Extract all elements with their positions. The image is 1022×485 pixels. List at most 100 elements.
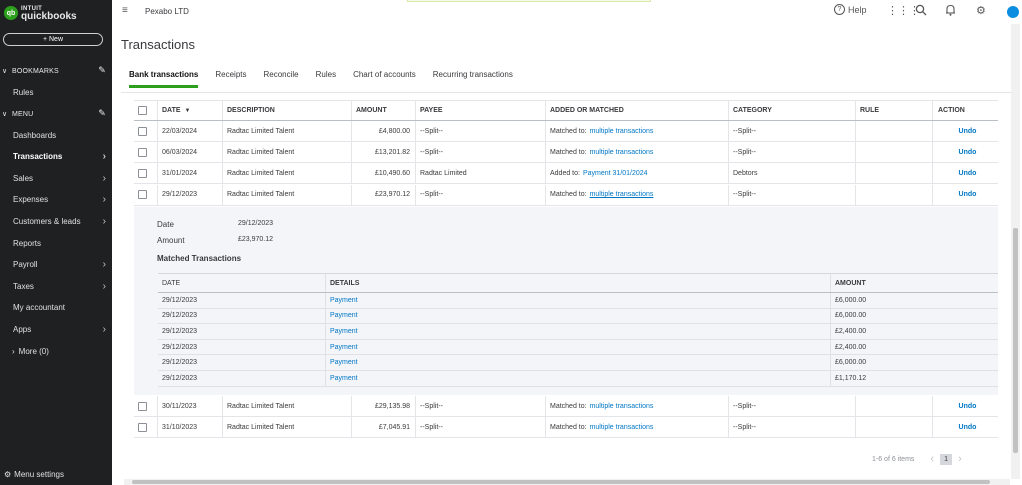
logo-quickbooks-text: quickbooks <box>21 11 77 22</box>
sidebar-item-payroll[interactable]: Payroll › <box>0 255 112 275</box>
table-row[interactable]: 06/03/2024 Radtac Limited Talent £13,201.8… <box>134 142 998 164</box>
row-description: Radtac Limited Talent <box>222 163 351 184</box>
undo-button[interactable]: Undo <box>959 170 977 177</box>
matched-link[interactable]: multiple transactions <box>590 128 654 135</box>
horizontal-scrollbar-thumb[interactable] <box>132 480 990 484</box>
bookmarks-label: BOOKMARKS <box>12 67 59 75</box>
matched-row-details-link[interactable]: Payment <box>330 375 358 382</box>
tab-bar: Bank transactions Receipts Reconcile Rules C… <box>129 70 513 88</box>
matched-row-details-link[interactable]: Payment <box>330 297 358 304</box>
matched-link[interactable]: multiple transactions <box>590 191 654 198</box>
search-icon[interactable] <box>915 4 927 19</box>
edit-menu-icon[interactable]: ✎ <box>98 108 106 119</box>
gear-icon[interactable]: ⚙ <box>976 4 986 17</box>
tab-rules[interactable]: Rules <box>316 70 336 88</box>
table-row[interactable]: 30/11/2023 Radtac Limited Talent £29,135.9… <box>134 396 998 417</box>
expanded-amount-label: Amount <box>157 236 185 245</box>
matched-link[interactable]: multiple transactions <box>590 403 654 410</box>
tab-reconcile[interactable]: Reconcile <box>263 70 298 88</box>
matched-prefix: Matched to: <box>550 402 587 410</box>
menu-settings-label: Menu settings <box>14 470 64 479</box>
chevron-right-icon: › <box>102 172 106 184</box>
avatar[interactable] <box>1007 6 1019 18</box>
sidebar-item-reports[interactable]: Reports <box>0 233 112 253</box>
undo-button[interactable]: Undo <box>959 403 977 410</box>
select-all-checkbox[interactable] <box>138 106 147 115</box>
date-column-header[interactable]: DATE ▼ <box>157 101 221 120</box>
sidebar-item-more[interactable]: › More (0) <box>0 341 112 361</box>
sidebar-item-dashboards[interactable]: Dashboards <box>0 125 112 145</box>
tab-recurring-transactions[interactable]: Recurring transactions <box>433 70 513 88</box>
menu-settings-button[interactable]: ⚙ Menu settings <box>4 470 64 479</box>
table-row[interactable]: 31/01/2024 Radtac Limited Talent £10,490.6… <box>134 163 998 185</box>
undo-button[interactable]: Undo <box>959 424 977 431</box>
collapse-menu-icon[interactable]: ≡ <box>122 5 128 16</box>
matched-row-details-link[interactable]: Payment <box>330 328 358 335</box>
undo-button[interactable]: Undo <box>959 128 977 135</box>
tab-bank-transactions[interactable]: Bank transactions <box>129 70 199 88</box>
undo-button[interactable]: Undo <box>959 191 977 198</box>
previous-page-icon[interactable]: ‹ <box>930 453 934 465</box>
sort-down-icon: ▼ <box>184 107 191 114</box>
sidebar-item-expenses[interactable]: Expenses › <box>0 190 112 210</box>
added-or-matched-column-header: ADDED OR MATCHED <box>545 101 728 120</box>
sidebar-item-sales[interactable]: Sales › <box>0 168 112 188</box>
new-button[interactable]: + New <box>3 33 103 46</box>
sidebar-item-my-accountant[interactable]: My accountant <box>0 298 112 318</box>
bell-icon[interactable] <box>945 4 956 19</box>
sidebar-item-transactions[interactable]: Transactions › <box>0 147 112 167</box>
row-payee: --Split-- <box>415 184 545 205</box>
row-amount: £4,800.00 <box>351 121 415 141</box>
table-header: DATE ▼ DESCRIPTION AMOUNT PAYEE ADDED OR… <box>134 100 998 121</box>
row-checkbox[interactable] <box>138 422 147 432</box>
edit-bookmarks-icon[interactable]: ✎ <box>98 65 106 76</box>
matched-row: 29/12/2023 Payment £2,400.00 <box>158 339 998 356</box>
matched-link[interactable]: multiple transactions <box>590 149 654 156</box>
row-checkbox[interactable] <box>138 147 147 157</box>
sidebar-item-customers-leads[interactable]: Customers & leads › <box>0 211 112 231</box>
matched-prefix: Added to: <box>550 169 580 177</box>
matched-link[interactable]: multiple transactions <box>590 424 654 431</box>
matched-prefix: Matched to: <box>550 127 587 135</box>
chevron-right-icon: › <box>102 280 106 292</box>
help-button[interactable]: ? Help <box>834 4 867 15</box>
menu-section[interactable]: ∨ MENU ✎ <box>0 107 112 121</box>
tabs-divider <box>121 92 1011 93</box>
matched-row-details-link[interactable]: Payment <box>330 312 358 319</box>
row-amount: £10,490.60 <box>351 163 415 184</box>
chevron-right-icon: › <box>102 151 106 163</box>
gear-icon: ⚙ <box>4 470 12 479</box>
matched-row-date: 29/12/2023 <box>162 359 198 367</box>
row-checkbox[interactable] <box>138 190 147 200</box>
row-description: Radtac Limited Talent <box>222 142 351 163</box>
row-checkbox[interactable] <box>138 126 147 136</box>
sidebar-item-label: Customers & leads <box>13 216 81 226</box>
table-row[interactable]: 22/03/2024 Radtac Limited Talent £4,800.00… <box>134 121 998 142</box>
vertical-scrollbar-thumb[interactable] <box>1013 228 1018 453</box>
chevron-right-icon: › <box>102 194 106 206</box>
sidebar-item-taxes[interactable]: Taxes › <box>0 276 112 296</box>
payee-column-header: PAYEE <box>415 101 545 120</box>
undo-button[interactable]: Undo <box>959 149 977 156</box>
matched-row-details-link[interactable]: Payment <box>330 359 358 366</box>
sidebar-item-label: Dashboards <box>13 130 57 140</box>
page-number-current[interactable]: 1 <box>940 453 953 465</box>
row-checkbox[interactable] <box>138 401 147 411</box>
sidebar-item-rules[interactable]: Rules <box>0 82 112 102</box>
table-row[interactable]: 31/10/2023 Radtac Limited Talent £7,045.91… <box>134 417 998 438</box>
matched-row-details-link[interactable]: Payment <box>330 344 358 351</box>
sidebar-item-apps[interactable]: Apps › <box>0 319 112 339</box>
row-category: --Split-- <box>728 396 855 416</box>
next-page-icon[interactable]: › <box>958 453 962 465</box>
row-description: Radtac Limited Talent <box>222 121 351 141</box>
matched-link[interactable]: Payment 31/01/2024 <box>583 170 648 177</box>
top-bar: ≡ Pexabo LTD ? Help ⋮⋮⋮ ⚙ <box>112 0 1022 24</box>
quickbooks-logo[interactable]: qb INTUIT quickbooks <box>4 5 77 22</box>
bookmarks-section[interactable]: ∨ BOOKMARKS ✎ <box>0 64 112 78</box>
tab-chart-of-accounts[interactable]: Chart of accounts <box>353 70 416 88</box>
sidebar-item-label: Sales <box>13 173 34 183</box>
row-checkbox[interactable] <box>138 168 147 178</box>
table-row[interactable]: 29/12/2023 Radtac Limited Talent £23,970.1… <box>134 184 998 206</box>
tab-receipts[interactable]: Receipts <box>215 70 246 88</box>
row-rule <box>855 121 932 141</box>
